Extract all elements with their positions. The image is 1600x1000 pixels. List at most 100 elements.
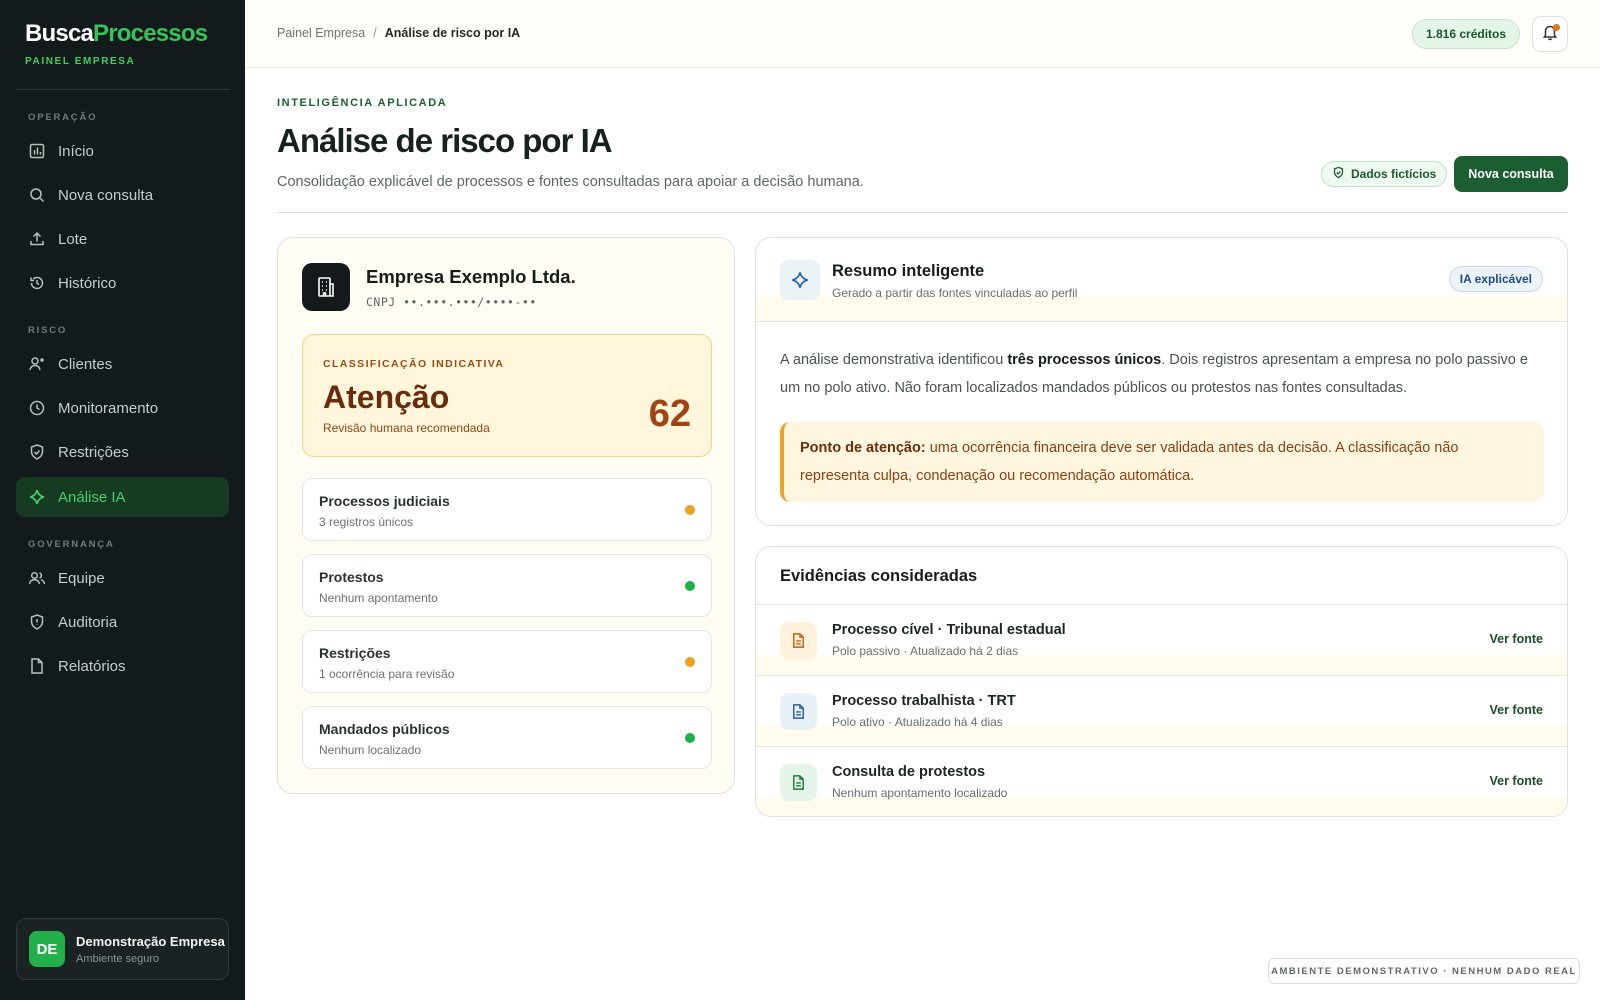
sidebar-item-label: Histórico [58, 274, 117, 292]
sidebar-item-label: Clientes [58, 355, 113, 373]
evidence-card: Evidências consideradas Processo cível ·… [755, 546, 1568, 817]
search-icon [28, 186, 46, 204]
sidebar-item-label: Análise IA [58, 488, 126, 506]
sidebar: BuscaProcessos PAINEL EMPRESA OPERAÇÃO I… [0, 0, 245, 1000]
document-icon [780, 622, 817, 659]
breadcrumb-separator: / [373, 26, 377, 40]
view-source-link[interactable]: Ver fonte [1490, 774, 1544, 788]
shield-check-icon [1332, 166, 1345, 182]
sidebar-item-label: Início [58, 142, 94, 160]
brand-logo[interactable]: BuscaProcessos [25, 20, 208, 48]
brand-subtitle: PAINEL EMPRESA [25, 56, 136, 67]
demo-environment-badge: AMBIENTE DEMONSTRATIVO · NENHUM DADO REA… [1268, 958, 1580, 984]
summary-text: A análise demonstrativa identificou três… [780, 346, 1540, 402]
sidebar-item-label: Lote [58, 230, 88, 248]
sidebar-item-monitoramento[interactable]: Monitoramento [16, 388, 229, 428]
summary-text-highlight: três processos únicos [1007, 352, 1162, 368]
user-profile-card[interactable]: DE Demonstração Empresa Ambiente seguro [16, 918, 229, 980]
company-name: Empresa Exemplo Ltda. [366, 266, 576, 287]
factor-title: Restrições [319, 645, 391, 661]
risk-factor-processos[interactable]: Processos judiciais 3 registros únicos [302, 478, 712, 541]
clock-icon [28, 399, 46, 417]
evidence-name: Consulta de protestos [832, 764, 986, 780]
view-source-link[interactable]: Ver fonte [1490, 703, 1544, 717]
evidence-row: Processo trabalhista · TRT Polo ativo · … [756, 675, 1567, 746]
evidence-meta: Polo passivo · Atualizado há 2 dias [832, 644, 1019, 658]
factor-subtitle: Nenhum apontamento [319, 591, 438, 605]
risk-factor-protestos[interactable]: Protestos Nenhum apontamento [302, 554, 712, 617]
section-label-operacao: OPERAÇÃO [28, 112, 98, 123]
new-query-button[interactable]: Nova consulta [1454, 156, 1568, 192]
summary-subtitle: Gerado a partir das fontes vinculadas ao… [832, 286, 1078, 300]
document-icon [780, 693, 817, 730]
company-risk-card: Empresa Exemplo Ltda. CNPJ ••.•••.•••/••… [277, 237, 735, 794]
factor-subtitle: 3 registros únicos [319, 515, 414, 529]
notifications-button[interactable] [1532, 16, 1568, 52]
sidebar-item-label: Monitoramento [58, 399, 159, 417]
factor-title: Protestos [319, 569, 384, 585]
shield-alert-icon [28, 613, 46, 631]
credits-badge[interactable]: 1.816 créditos [1412, 19, 1521, 49]
building-icon [302, 263, 350, 311]
sidebar-item-label: Restrições [58, 443, 129, 461]
breadcrumb-root[interactable]: Painel Empresa [277, 26, 365, 40]
sidebar-item-historico[interactable]: Histórico [16, 263, 229, 303]
avatar: DE [29, 931, 65, 967]
summary-text-pre: A análise demonstrativa identificou [780, 352, 1008, 368]
risk-level: Atenção [323, 379, 450, 415]
user-plus-icon [28, 355, 46, 373]
status-dot-ok [685, 733, 695, 743]
risk-factor-mandados[interactable]: Mandados públicos Nenhum localizado [302, 706, 712, 769]
summary-header: Resumo inteligente Gerado a partir das f… [756, 238, 1567, 322]
status-dot-ok [685, 581, 695, 591]
brand-word-busca: Busca [25, 20, 94, 47]
risk-classification-box: CLASSIFICAÇÃO INDICATIVA Atenção Revisão… [302, 334, 712, 457]
sidebar-divider [16, 89, 230, 90]
smart-summary-card: Resumo inteligente Gerado a partir das f… [755, 237, 1568, 526]
risk-note: Revisão humana recomendada [323, 421, 490, 435]
brand-word-processos: Processos [93, 20, 208, 47]
users-icon [28, 569, 46, 587]
page-subtitle: Consolidação explicável de processos e f… [277, 174, 864, 190]
sidebar-item-lote[interactable]: Lote [16, 219, 229, 259]
badge-label: Dados fictícios [1351, 167, 1437, 181]
status-dot-warning [685, 505, 695, 515]
risk-score: 62 [648, 393, 691, 435]
risk-label: CLASSIFICAÇÃO INDICATIVA [323, 358, 505, 370]
sidebar-item-label: Relatórios [58, 657, 126, 675]
fictitious-data-badge: Dados fictícios [1321, 161, 1448, 187]
user-subtitle: Ambiente seguro [76, 952, 160, 965]
history-icon [28, 274, 46, 292]
page-title: Análise de risco por IA [277, 122, 613, 159]
sidebar-item-nova-consulta[interactable]: Nova consulta [16, 175, 229, 215]
sidebar-item-auditoria[interactable]: Auditoria [16, 602, 229, 642]
factor-title: Mandados públicos [319, 721, 450, 737]
notification-dot [1553, 24, 1560, 31]
risk-factor-restricoes[interactable]: Restrições 1 ocorrência para revisão [302, 630, 712, 693]
view-source-link[interactable]: Ver fonte [1490, 632, 1544, 646]
dashboard-icon [28, 142, 46, 160]
status-dot-warning [685, 657, 695, 667]
section-label-governanca: GOVERNANÇA [28, 539, 115, 550]
factor-subtitle: Nenhum localizado [319, 743, 422, 757]
sidebar-item-analise-ia[interactable]: Análise IA [16, 477, 229, 517]
summary-title: Resumo inteligente [832, 262, 985, 280]
breadcrumb: Painel Empresa / Análise de risco por IA [277, 26, 520, 40]
shield-check-icon [28, 443, 46, 461]
sidebar-item-inicio[interactable]: Início [16, 131, 229, 171]
sidebar-item-label: Equipe [58, 569, 105, 587]
sidebar-item-restricoes[interactable]: Restrições [16, 432, 229, 472]
breadcrumb-current: Análise de risco por IA [384, 26, 521, 40]
header-divider [277, 212, 1568, 213]
sidebar-item-relatorios[interactable]: Relatórios [16, 646, 229, 686]
sidebar-item-equipe[interactable]: Equipe [16, 558, 229, 598]
company-cnpj: CNPJ ••.•••.•••/••••-•• [366, 295, 537, 309]
evidence-meta: Nenhum apontamento localizado [832, 786, 1008, 800]
attention-label: Ponto de atenção: [800, 440, 926, 456]
topbar: Painel Empresa / Análise de risco por IA 1… [245, 0, 1600, 68]
evidence-name: Processo trabalhista · TRT [832, 693, 1016, 709]
evidence-row: Processo cível · Tribunal estadual Polo … [756, 604, 1567, 675]
sidebar-item-clientes[interactable]: Clientes [16, 344, 229, 384]
sidebar-item-label: Auditoria [58, 613, 118, 631]
factor-title: Processos judiciais [319, 493, 450, 509]
